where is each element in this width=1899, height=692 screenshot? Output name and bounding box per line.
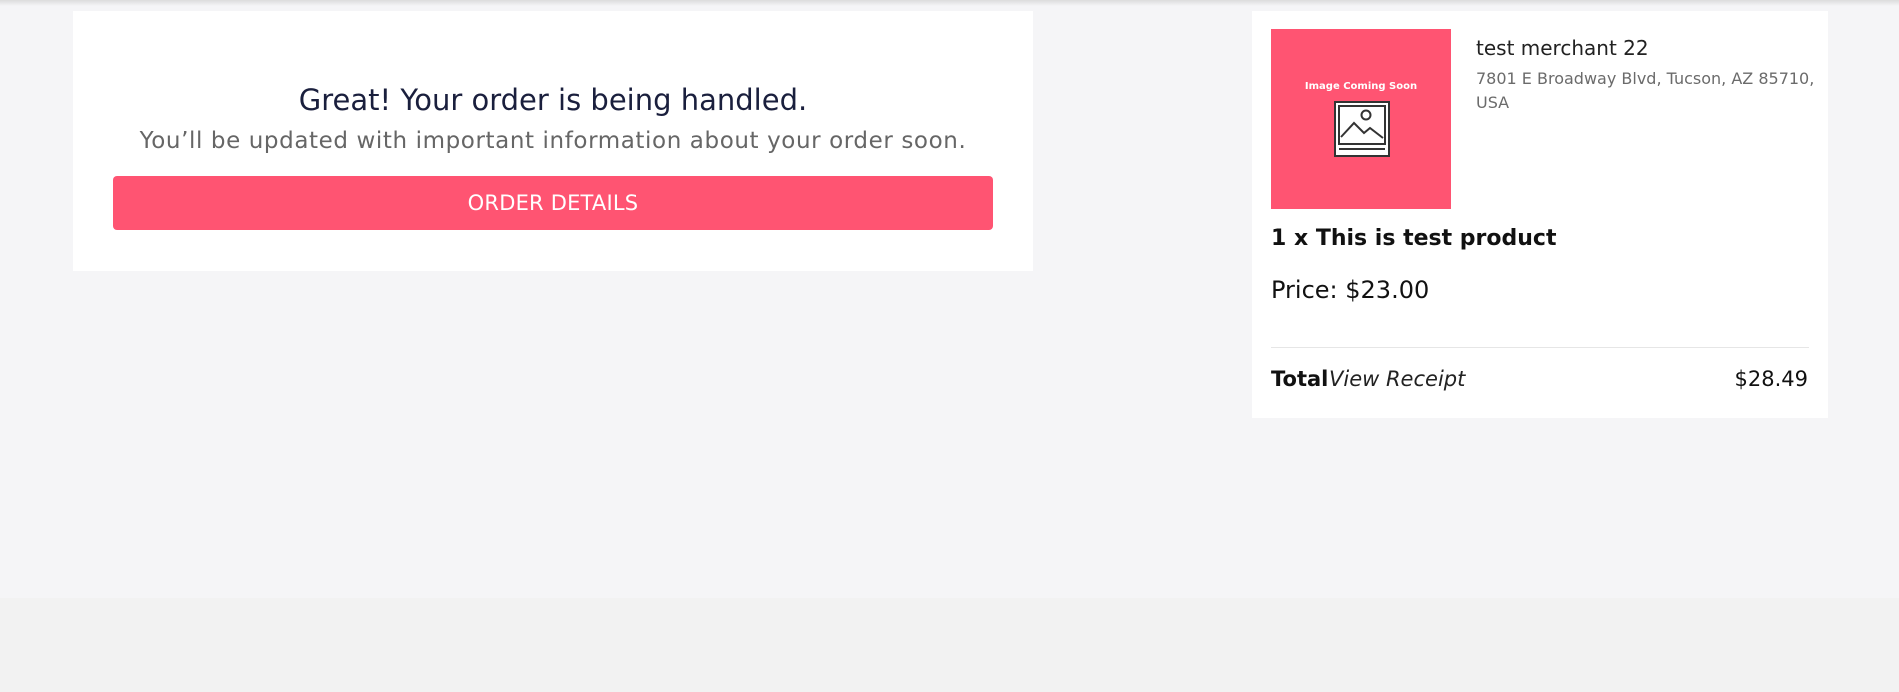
product-price: Price: $23.00 — [1271, 276, 1430, 304]
image-coming-soon-label: Image Coming Soon — [1304, 81, 1418, 92]
confirmation-subtitle: You’ll be updated with important informa… — [139, 128, 967, 154]
order-details-button[interactable]: ORDER DETAILS — [113, 176, 993, 230]
summary-divider — [1271, 347, 1809, 348]
order-confirmation-page: Great! Your order is being handled. You’… — [0, 0, 1899, 692]
merchant-address: 7801 E Broadway Blvd, Tucson, AZ 85710, … — [1476, 69, 1815, 112]
confirmation-card: Great! Your order is being handled. You’… — [73, 11, 1033, 271]
product-line-item: 1 x This is test product — [1271, 226, 1557, 251]
total-amount: $28.49 — [1734, 367, 1808, 391]
view-receipt-link[interactable]: View Receipt — [1329, 367, 1465, 391]
header-shadow — [0, 0, 1899, 6]
merchant-name: test merchant 22 — [1476, 36, 1649, 60]
image-placeholder-icon — [1334, 101, 1390, 157]
order-summary-card: Image Coming Soon test merchant 22 7801 … — [1252, 11, 1828, 418]
total-label: Total — [1271, 367, 1329, 391]
product-image: Image Coming Soon — [1271, 29, 1451, 209]
confirmation-title: Great! Your order is being handled. — [298, 83, 808, 117]
footer-band — [0, 598, 1899, 692]
